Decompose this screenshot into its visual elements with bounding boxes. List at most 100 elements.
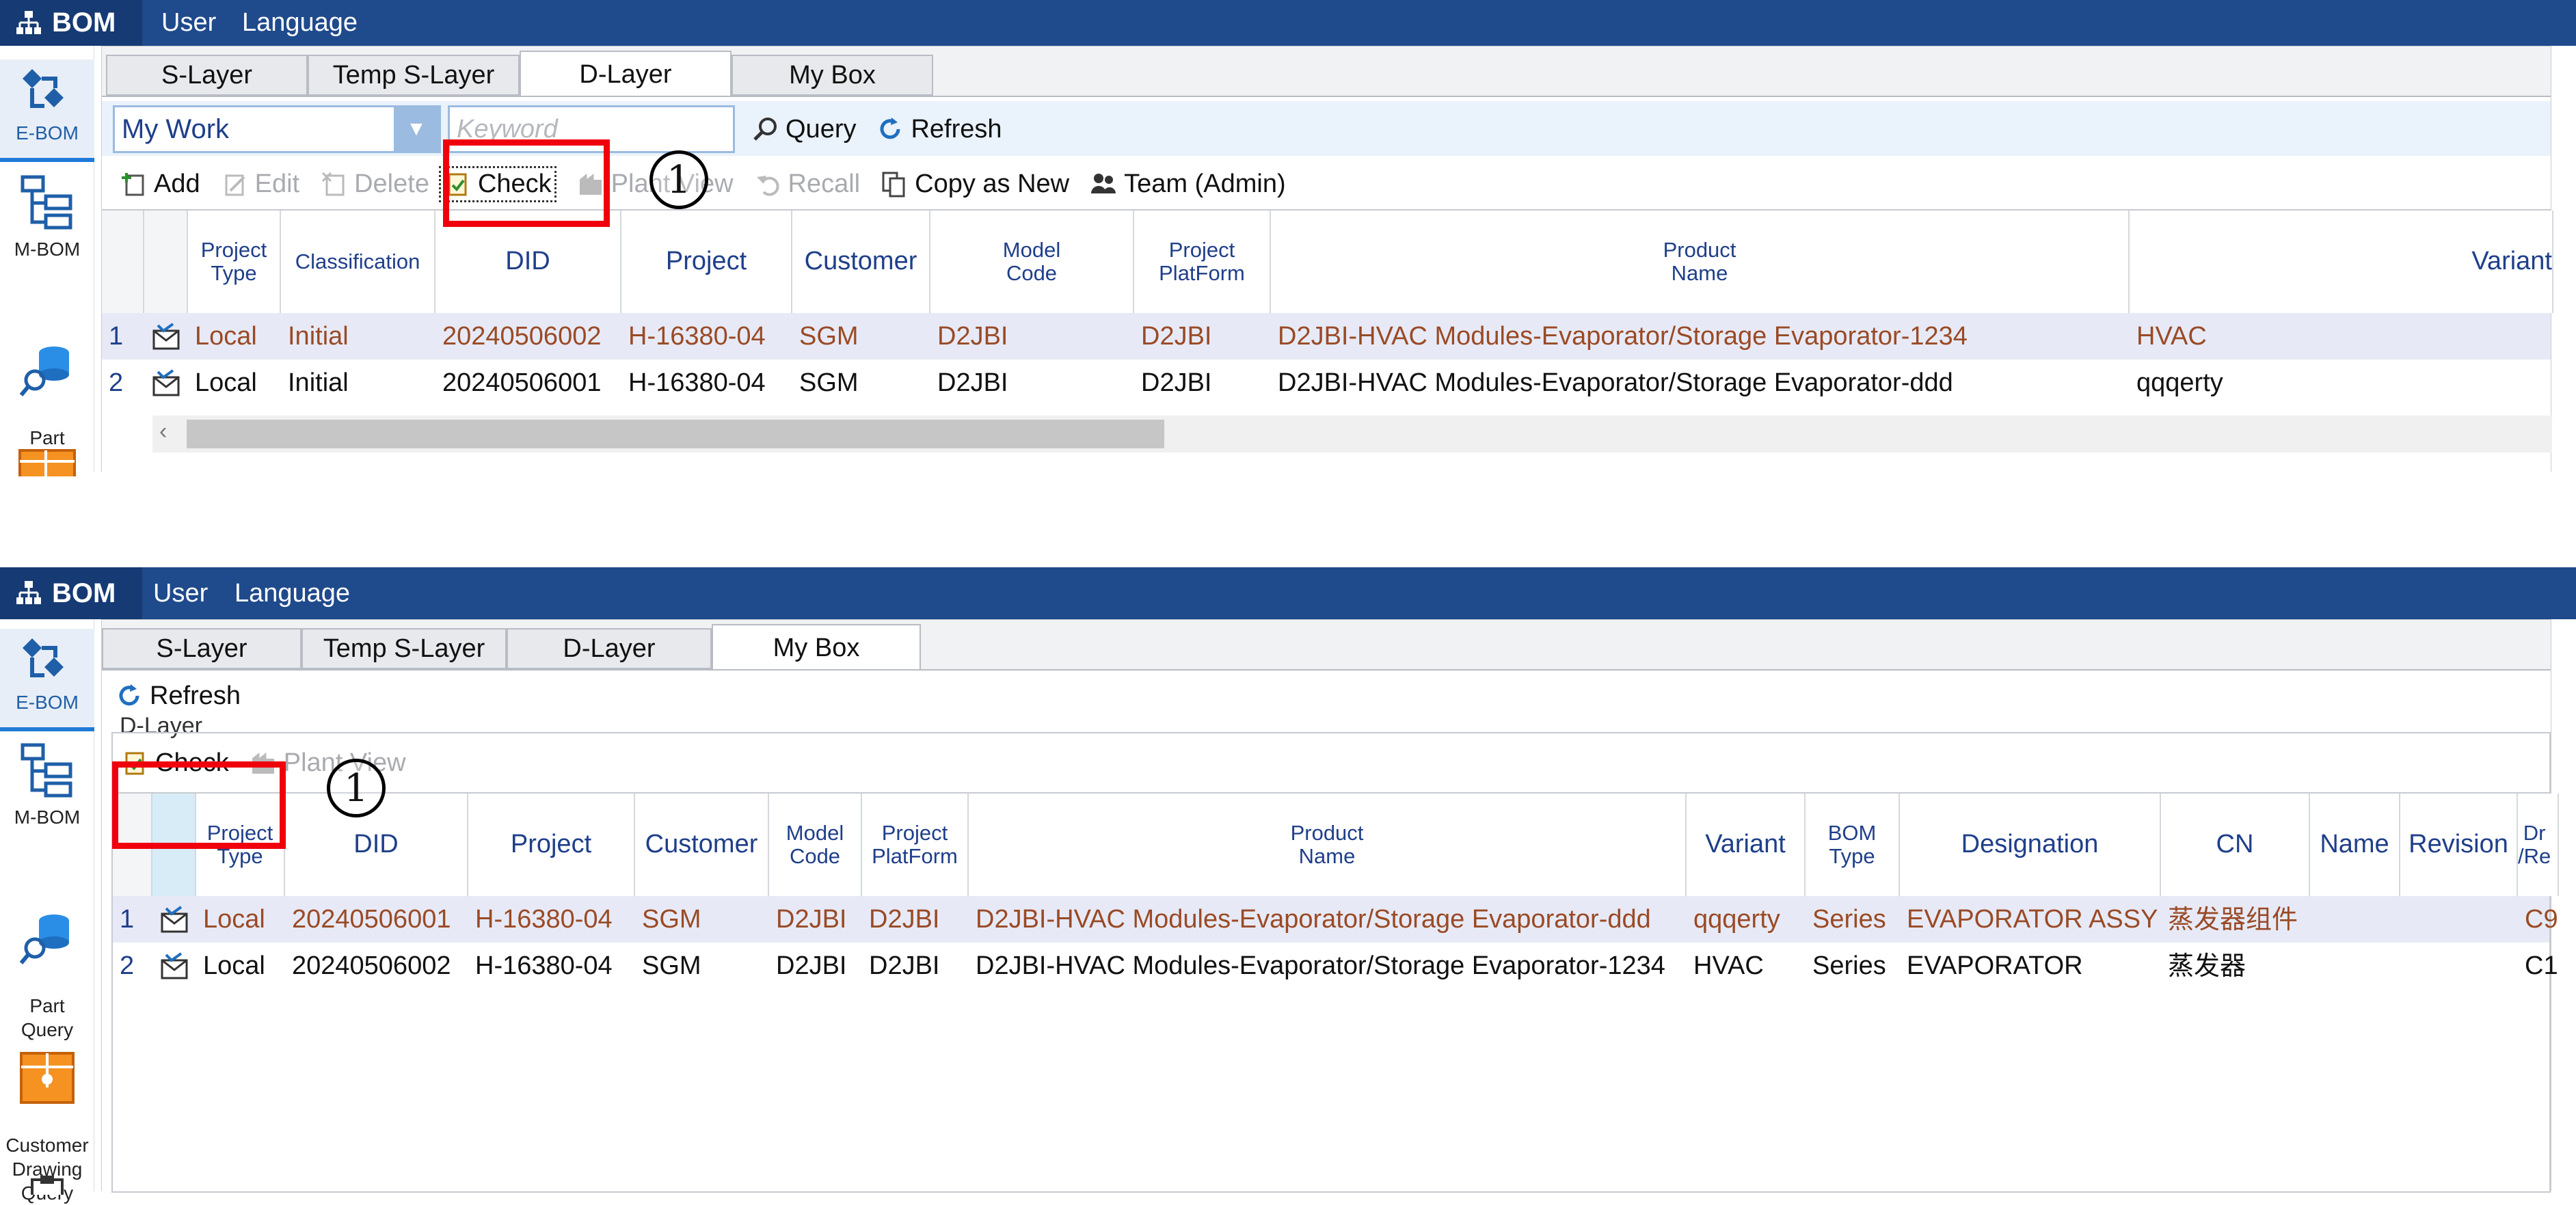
col-customer[interactable]: Customer xyxy=(792,211,930,313)
top-screenshot-panel: BOM User Language E-BOM M-BOM Part Query… xyxy=(0,0,2576,476)
col-customer[interactable]: Customer xyxy=(635,794,769,896)
add-label: Add xyxy=(154,169,200,198)
col-drawing-rev[interactable]: Dr /Re xyxy=(2518,794,2559,896)
scrollbar-thumb[interactable] xyxy=(187,420,1164,448)
menu-user[interactable]: User xyxy=(161,0,216,46)
undo-icon xyxy=(756,176,779,196)
cell-did: 20240506001 xyxy=(442,368,602,397)
app-header: BOM User Language xyxy=(0,567,2576,619)
col-designation[interactable]: Designation xyxy=(1900,794,2161,896)
col-variant[interactable]: Variant xyxy=(2130,211,2553,313)
team-admin-button[interactable]: Team (Admin) xyxy=(1090,170,1286,199)
col-project-type[interactable]: Project Type xyxy=(196,794,285,896)
sidebar-item-partial[interactable] xyxy=(0,449,94,476)
sidebar-label-ebom: E-BOM xyxy=(16,122,79,144)
edit-button[interactable]: Edit xyxy=(221,170,299,199)
tab-temp-s-layer[interactable]: Temp S-Layer xyxy=(301,628,507,669)
col-bom-type[interactable]: BOM Type xyxy=(1806,794,1900,896)
col-project-type[interactable]: Project Type xyxy=(188,211,281,313)
recall-label: Recall xyxy=(788,169,861,198)
refresh-button[interactable]: Refresh xyxy=(876,115,1002,144)
query-button[interactable]: Query xyxy=(751,115,856,144)
sidebar-item-mbom[interactable]: M-BOM xyxy=(0,742,94,879)
edit-icon xyxy=(225,174,245,196)
edit-label: Edit xyxy=(254,169,300,198)
cell-project: H-16380-04 xyxy=(475,951,613,980)
check-button[interactable]: Check xyxy=(121,748,229,778)
add-button[interactable]: Add xyxy=(120,170,200,199)
tab-my-box[interactable]: My Box xyxy=(732,55,933,96)
sidebar-item-customer-drawing-query[interactable]: Customer Drawing Query xyxy=(0,1027,94,1204)
step-marker: 1 xyxy=(649,150,708,209)
col-revision[interactable]: Revision xyxy=(2400,794,2518,896)
cell-classification: Initial xyxy=(288,368,349,397)
delete-label: Delete xyxy=(354,169,429,198)
scroll-left-icon[interactable]: ‹ xyxy=(159,418,167,445)
org-chart-icon xyxy=(16,581,41,604)
sidebar-item-part-query[interactable]: Part Query xyxy=(0,319,94,472)
keyword-input[interactable]: Keyword xyxy=(448,105,735,153)
tab-d-layer[interactable]: D-Layer xyxy=(520,51,732,97)
sidebar-label-mbom: M-BOM xyxy=(14,807,81,828)
sidebar: E-BOM M-BOM Part Query Customer Drawing … xyxy=(0,619,94,1204)
menu-language[interactable]: Language xyxy=(242,0,358,46)
tab-d-layer[interactable]: D-Layer xyxy=(507,628,712,669)
table-row[interactable]: 2 Local Initial 20240506001 H-16380-04 S… xyxy=(102,360,2551,406)
cell-drawing-rev: C1 xyxy=(2525,951,2558,980)
col-classification[interactable]: Classification xyxy=(281,211,435,313)
tab-s-layer[interactable]: S-Layer xyxy=(102,628,301,669)
table-row[interactable]: 1 Local 20240506001 H-16380-04 SGM D2JBI… xyxy=(113,896,2558,943)
col-variant[interactable]: Variant xyxy=(1687,794,1806,896)
refresh-label: Refresh xyxy=(911,114,1002,144)
col-project[interactable]: Project xyxy=(468,794,635,896)
horizontal-scrollbar[interactable]: ‹ xyxy=(152,416,2552,452)
cell-project-type: Local xyxy=(203,905,265,934)
tab-my-box[interactable]: My Box xyxy=(712,624,921,671)
work-filter-select[interactable]: My Work ▼ xyxy=(113,105,441,153)
refresh-button[interactable]: Refresh xyxy=(116,681,241,711)
refresh-bar: Refresh xyxy=(102,675,2551,717)
cell-project-type: Local xyxy=(195,322,257,351)
chevron-down-icon[interactable]: ▼ xyxy=(394,107,439,151)
col-model-code[interactable]: Model Code xyxy=(930,211,1134,313)
delete-button[interactable]: Delete xyxy=(320,170,429,199)
d-layer-box: Check Plant View Project Type DID Projec… xyxy=(111,732,2559,1193)
menu-language[interactable]: Language xyxy=(234,567,350,619)
col-product-name[interactable]: Product Name xyxy=(969,794,1687,896)
plant-view-button[interactable]: Plant View xyxy=(250,748,406,778)
menu-user[interactable]: User xyxy=(153,567,208,619)
ebom-icon xyxy=(23,69,64,108)
cell-project-platform: D2JBI xyxy=(869,905,940,934)
check-label: Check xyxy=(477,169,552,198)
table-row[interactable]: 2 Local 20240506002 H-16380-04 SGM D2JBI… xyxy=(113,943,2558,989)
col-project-platform[interactable]: Project PlatForm xyxy=(862,794,969,896)
table-row[interactable]: 1 Local Initial 20240506002 H-16380-04 S… xyxy=(102,313,2551,360)
sidebar-item-mbom[interactable]: M-BOM xyxy=(0,174,94,311)
col-project[interactable]: Project xyxy=(621,211,792,313)
refresh-icon xyxy=(881,118,900,139)
col-project-platform[interactable]: Project PlatForm xyxy=(1134,211,1271,313)
recall-button[interactable]: Recall xyxy=(754,169,861,199)
col-cn[interactable]: CN xyxy=(2161,794,2310,896)
search-icon xyxy=(753,118,777,141)
sidebar-item-ebom[interactable]: E-BOM xyxy=(0,629,94,731)
col-name[interactable]: Name xyxy=(2310,794,2400,896)
tab-s-layer[interactable]: S-Layer xyxy=(106,55,308,96)
col-product-name[interactable]: Product Name xyxy=(1271,211,2130,313)
sidebar-item-ebom[interactable]: E-BOM xyxy=(0,59,94,162)
col-did[interactable]: DID xyxy=(435,211,621,313)
tab-temp-s-layer[interactable]: Temp S-Layer xyxy=(308,55,520,96)
check-button[interactable]: Check xyxy=(438,165,556,202)
part-query-icon xyxy=(19,347,69,396)
clipboard-icon xyxy=(31,1176,64,1195)
bom-home-button[interactable]: BOM xyxy=(0,567,142,619)
sidebar-item-part-query[interactable]: Part Query xyxy=(0,887,94,1040)
brand-label: BOM xyxy=(52,8,116,38)
cell-designation: EVAPORATOR xyxy=(1907,951,2083,980)
org-chart-icon xyxy=(16,10,41,34)
col-model-code[interactable]: Model Code xyxy=(769,794,862,896)
bom-home-button[interactable]: BOM xyxy=(0,0,142,46)
sidebar-item-partial[interactable] xyxy=(0,1174,94,1195)
cell-project-type: Local xyxy=(195,368,257,397)
copy-as-new-button[interactable]: Copy as New xyxy=(881,170,1069,199)
